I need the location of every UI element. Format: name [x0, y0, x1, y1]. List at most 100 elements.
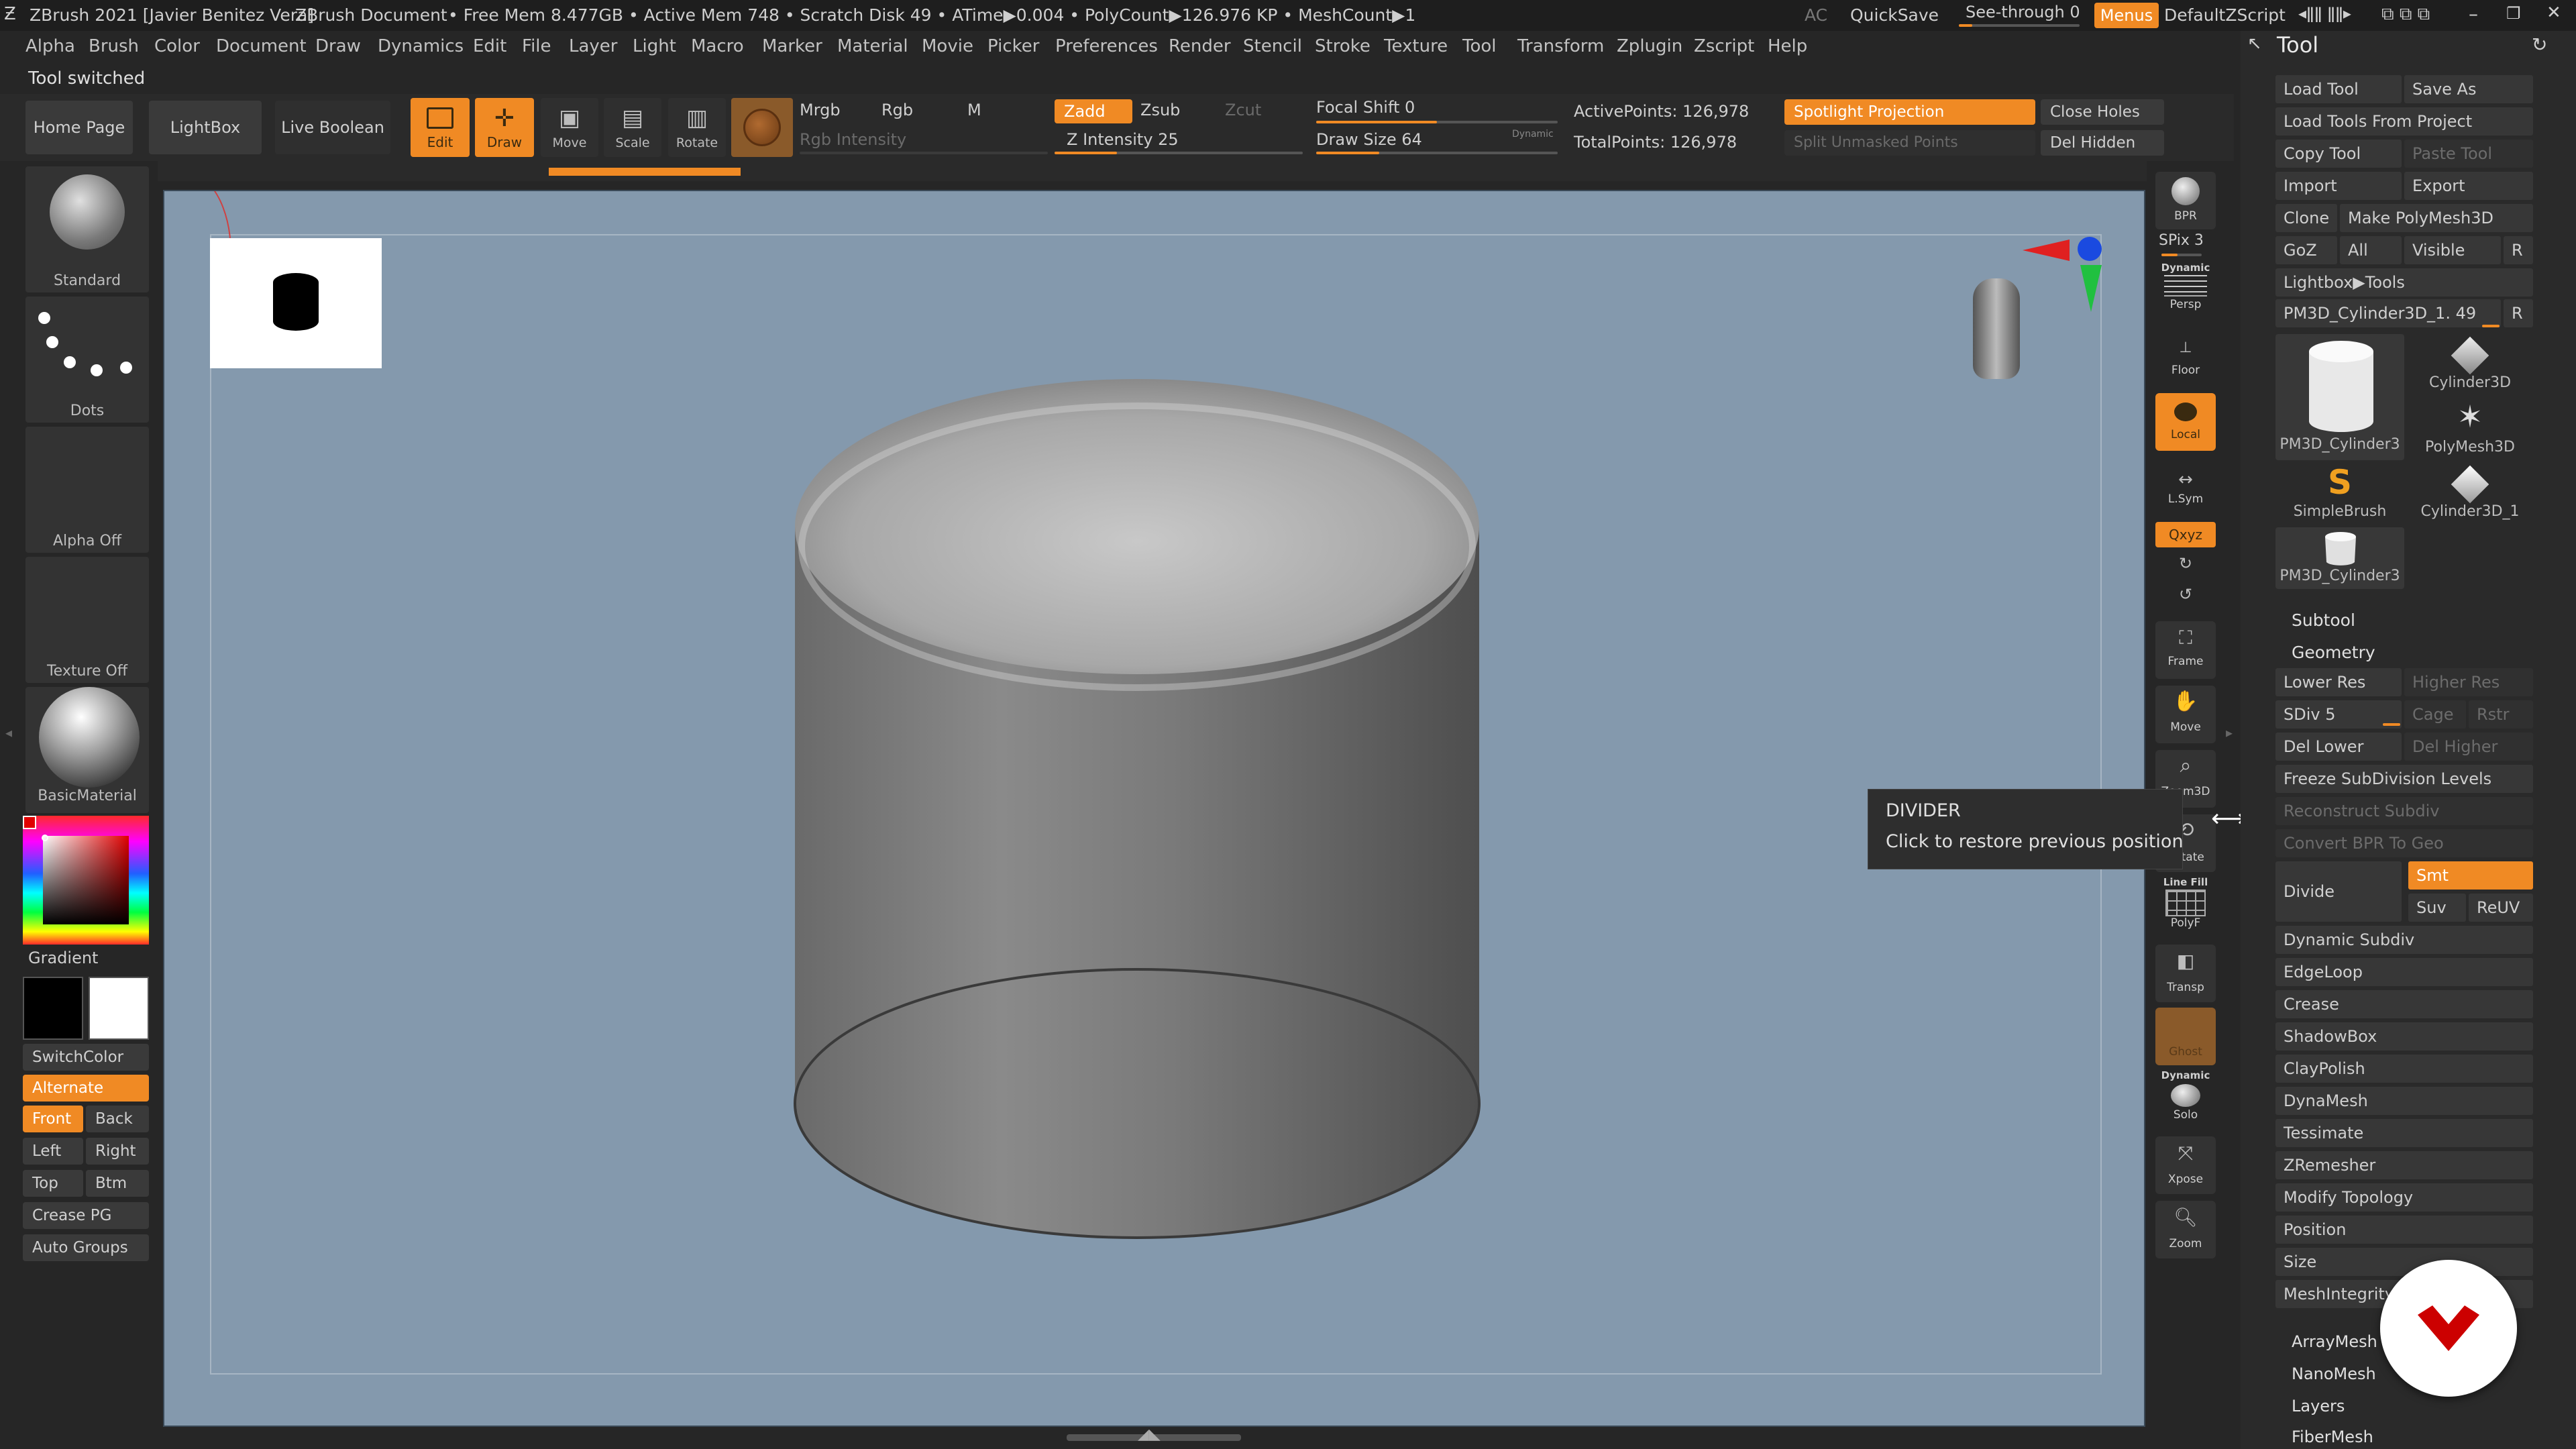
- current-tool-slider[interactable]: PM3D_Cylinder3D_1. 49: [2275, 299, 2501, 327]
- export-button[interactable]: Export: [2404, 172, 2533, 200]
- menu-render[interactable]: Render: [1169, 36, 1231, 56]
- close-holes-button[interactable]: Close Holes: [2041, 99, 2164, 125]
- convert-bpr-button[interactable]: Convert BPR To Geo: [2275, 829, 2533, 857]
- move-button[interactable]: ▣ Move: [541, 98, 598, 157]
- crease-section[interactable]: Crease: [2275, 990, 2533, 1018]
- alpha-button[interactable]: Alpha Off: [25, 427, 149, 553]
- menu-marker[interactable]: Marker: [762, 36, 822, 56]
- left-button[interactable]: Left: [23, 1138, 83, 1165]
- menu-macro[interactable]: Macro: [691, 36, 744, 56]
- rotate-button[interactable]: ▥ Rotate: [668, 98, 726, 157]
- gizmo-y-axis-icon[interactable]: [2080, 265, 2102, 312]
- quicksave-button[interactable]: QuickSave: [1850, 5, 1939, 25]
- tool-palette-title[interactable]: Tool: [2277, 32, 2318, 58]
- menu-zplugin[interactable]: Zplugin: [1617, 36, 1682, 56]
- goz-button[interactable]: GoZ: [2275, 236, 2337, 264]
- menu-preferences[interactable]: Preferences: [1055, 36, 1158, 56]
- left-shelf-divider-icon[interactable]: ◂: [5, 724, 12, 751]
- gizmo-z-axis-icon[interactable]: [2078, 237, 2102, 261]
- default-zscript[interactable]: DefaultZScript: [2164, 5, 2286, 25]
- make-polymesh-button[interactable]: Make PolyMesh3D: [2340, 204, 2533, 232]
- tool-thumb-cylinder3d-1[interactable]: Cylinder3D_1: [2407, 463, 2533, 525]
- shadowbox-section[interactable]: ShadowBox: [2275, 1022, 2533, 1051]
- right-button[interactable]: Right: [86, 1138, 149, 1165]
- spotlight-projection-button[interactable]: Spotlight Projection: [1784, 99, 2035, 125]
- menu-brush[interactable]: Brush: [89, 36, 139, 56]
- goz-visible-button[interactable]: Visible: [2404, 236, 2501, 264]
- maximize-icon[interactable]: ❐: [2506, 4, 2521, 23]
- draw-size-slider[interactable]: Draw Size 64: [1316, 130, 1422, 149]
- xyz-symmetry-button[interactable]: Qxyz: [2155, 522, 2216, 547]
- save-as-button[interactable]: Save As: [2404, 75, 2533, 103]
- bpr-button[interactable]: BPR: [2155, 172, 2216, 229]
- focal-shift-track[interactable]: [1316, 121, 1558, 123]
- tool-thumb-pm3d-cylinder[interactable]: PM3D_Cylinder3: [2275, 334, 2404, 460]
- clone-button[interactable]: Clone: [2275, 204, 2337, 232]
- menu-zscript[interactable]: Zscript: [1694, 36, 1754, 56]
- claypolish-section[interactable]: ClayPolish: [2275, 1055, 2533, 1083]
- rgb-intensity-track[interactable]: [800, 152, 1048, 154]
- front-button[interactable]: Front: [23, 1106, 83, 1132]
- goz-r-button[interactable]: R: [2504, 236, 2533, 264]
- copy-tool-button[interactable]: Copy Tool: [2275, 140, 2402, 168]
- menu-color[interactable]: Color: [154, 36, 200, 56]
- auto-groups-button[interactable]: Auto Groups: [23, 1234, 149, 1261]
- orientation-gizmo[interactable]: [1962, 265, 2029, 399]
- split-unmasked-button[interactable]: Split Unmasked Points: [1784, 130, 2035, 156]
- bottom-button[interactable]: Btm: [86, 1170, 149, 1197]
- menu-stroke[interactable]: Stroke: [1315, 36, 1371, 56]
- right-shelf-divider-icon[interactable]: ▸: [2226, 724, 2234, 751]
- rgb-button[interactable]: Rgb: [881, 101, 913, 119]
- del-higher-button[interactable]: Del Higher: [2404, 733, 2533, 761]
- menu-draw[interactable]: Draw: [315, 36, 361, 56]
- tool-thumb-simplebrush[interactable]: S SimpleBrush: [2275, 463, 2404, 525]
- tool-thumb-cylinder3d[interactable]: Cylinder3D: [2407, 334, 2533, 396]
- see-through-slider[interactable]: See-through 0: [1966, 3, 2080, 21]
- menu-light[interactable]: Light: [633, 36, 676, 56]
- xpose-button[interactable]: ⤧ Xpose: [2155, 1136, 2216, 1194]
- secondary-color-swatch[interactable]: [89, 977, 149, 1040]
- modify-topology-section[interactable]: Modify Topology: [2275, 1183, 2533, 1212]
- position-section[interactable]: Position: [2275, 1216, 2533, 1244]
- tessimate-section[interactable]: Tessimate: [2275, 1119, 2533, 1147]
- suv-toggle[interactable]: Suv: [2408, 894, 2466, 922]
- higher-res-button[interactable]: Higher Res: [2404, 668, 2533, 696]
- menu-dynamics[interactable]: Dynamics: [378, 36, 464, 56]
- tool-thumb-polymesh3d[interactable]: ✶ PolyMesh3D: [2407, 398, 2533, 460]
- menu-movie[interactable]: Movie: [922, 36, 973, 56]
- zcut-button[interactable]: Zcut: [1225, 101, 1261, 119]
- floor-button[interactable]: ⊥ Floor: [2155, 330, 2216, 388]
- main-color-swatch[interactable]: [23, 977, 83, 1040]
- sdiv-track[interactable]: [2383, 723, 2400, 726]
- edit-button[interactable]: Edit: [411, 98, 470, 157]
- menus-button[interactable]: Menus: [2094, 3, 2159, 28]
- palette-pin-icon[interactable]: ↖: [2247, 34, 2262, 54]
- del-lower-button[interactable]: Del Lower: [2275, 733, 2402, 761]
- size-section[interactable]: Size: [2275, 1248, 2533, 1276]
- top-button[interactable]: Top: [23, 1170, 83, 1197]
- import-button[interactable]: Import: [2275, 172, 2402, 200]
- home-page-button[interactable]: Home Page: [25, 101, 133, 154]
- menu-transform[interactable]: Transform: [1517, 36, 1604, 56]
- live-boolean-button[interactable]: Live Boolean: [275, 101, 390, 154]
- dynamic-label[interactable]: Dynamic: [1512, 129, 1554, 140]
- menu-layer[interactable]: Layer: [569, 36, 618, 56]
- paste-tool-button[interactable]: Paste Tool: [2404, 140, 2533, 168]
- smt-toggle[interactable]: Smt: [2408, 861, 2533, 890]
- menu-stencil[interactable]: Stencil: [1243, 36, 1302, 56]
- scale-button[interactable]: ▤ Scale: [604, 98, 661, 157]
- divide-button[interactable]: Divide: [2275, 861, 2402, 922]
- material-swatch-button[interactable]: [731, 98, 793, 157]
- bottom-divider-icon[interactable]: ◢◣: [1138, 1426, 1161, 1443]
- draw-button[interactable]: ✛ Draw: [475, 98, 534, 157]
- draw-size-track[interactable]: [1316, 152, 1558, 154]
- freeze-subdivision-button[interactable]: Freeze SubDivision Levels: [2275, 765, 2533, 793]
- ac-toggle[interactable]: AC: [1805, 5, 1827, 25]
- gradient-label[interactable]: Gradient: [28, 949, 98, 967]
- stroke-dots-button[interactable]: Dots: [25, 297, 149, 423]
- cage-button[interactable]: Cage: [2404, 700, 2466, 729]
- solo-button[interactable]: Solo: [2155, 1108, 2216, 1122]
- zsub-button[interactable]: Zsub: [1140, 101, 1180, 119]
- goz-all-button[interactable]: All: [2340, 236, 2402, 264]
- mrgb-button[interactable]: Mrgb: [800, 101, 841, 119]
